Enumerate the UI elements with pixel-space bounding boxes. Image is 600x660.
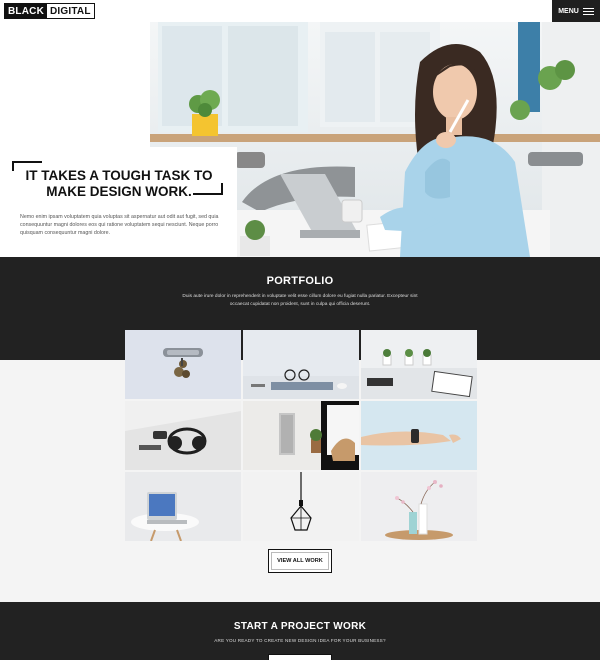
portfolio-item-desk-setup[interactable] — [361, 330, 477, 399]
cta-section: START A PROJECT WORK ARE YOU READY TO CR… — [0, 602, 600, 660]
view-all-work-button[interactable]: VIEW ALL WORK — [268, 549, 332, 573]
menu-label: MENU — [558, 7, 579, 15]
portfolio-description: Duis aute irure dolor in reprehenderit i… — [182, 294, 418, 307]
cta-title: START A PROJECT WORK — [233, 621, 367, 632]
logo-text-digital: DIGITAL — [47, 4, 94, 18]
portfolio-item-speaker[interactable] — [243, 401, 359, 470]
portfolio-item-watch[interactable] — [361, 401, 477, 470]
site-header: BLACK DIGITAL MENU — [0, 0, 600, 22]
portfolio-title: PORTFOLIO — [266, 275, 334, 287]
hamburger-icon — [582, 7, 594, 15]
hero-text-panel: IT TAKES A TOUGH TASK TO MAKE DESIGN WOR… — [0, 147, 237, 257]
brand-logo[interactable]: BLACK DIGITAL — [4, 3, 95, 19]
cta-button[interactable] — [268, 654, 332, 660]
portfolio-item-keys[interactable] — [125, 330, 241, 399]
portfolio-item-glasses[interactable] — [243, 330, 359, 399]
portfolio-grid — [125, 330, 477, 541]
cta-subtitle: ARE YOU READY TO CREATE NEW DESIGN IDEA … — [214, 638, 386, 643]
hero-description: Nemo enim ipsam voluptatem quia voluptas… — [20, 214, 219, 236]
logo-text-black: BLACK — [5, 4, 47, 18]
portfolio-item-vases[interactable] — [361, 472, 477, 541]
portfolio-item-laptop-chair[interactable] — [125, 472, 241, 541]
portfolio-item-headphones[interactable] — [125, 401, 241, 470]
portfolio-item-pendant-lamp[interactable] — [243, 472, 359, 541]
hero-section: IT TAKES A TOUGH TASK TO MAKE DESIGN WOR… — [0, 22, 600, 257]
hero-title: IT TAKES A TOUGH TASK TO MAKE DESIGN WOR… — [25, 168, 213, 199]
menu-button[interactable]: MENU — [552, 0, 600, 22]
